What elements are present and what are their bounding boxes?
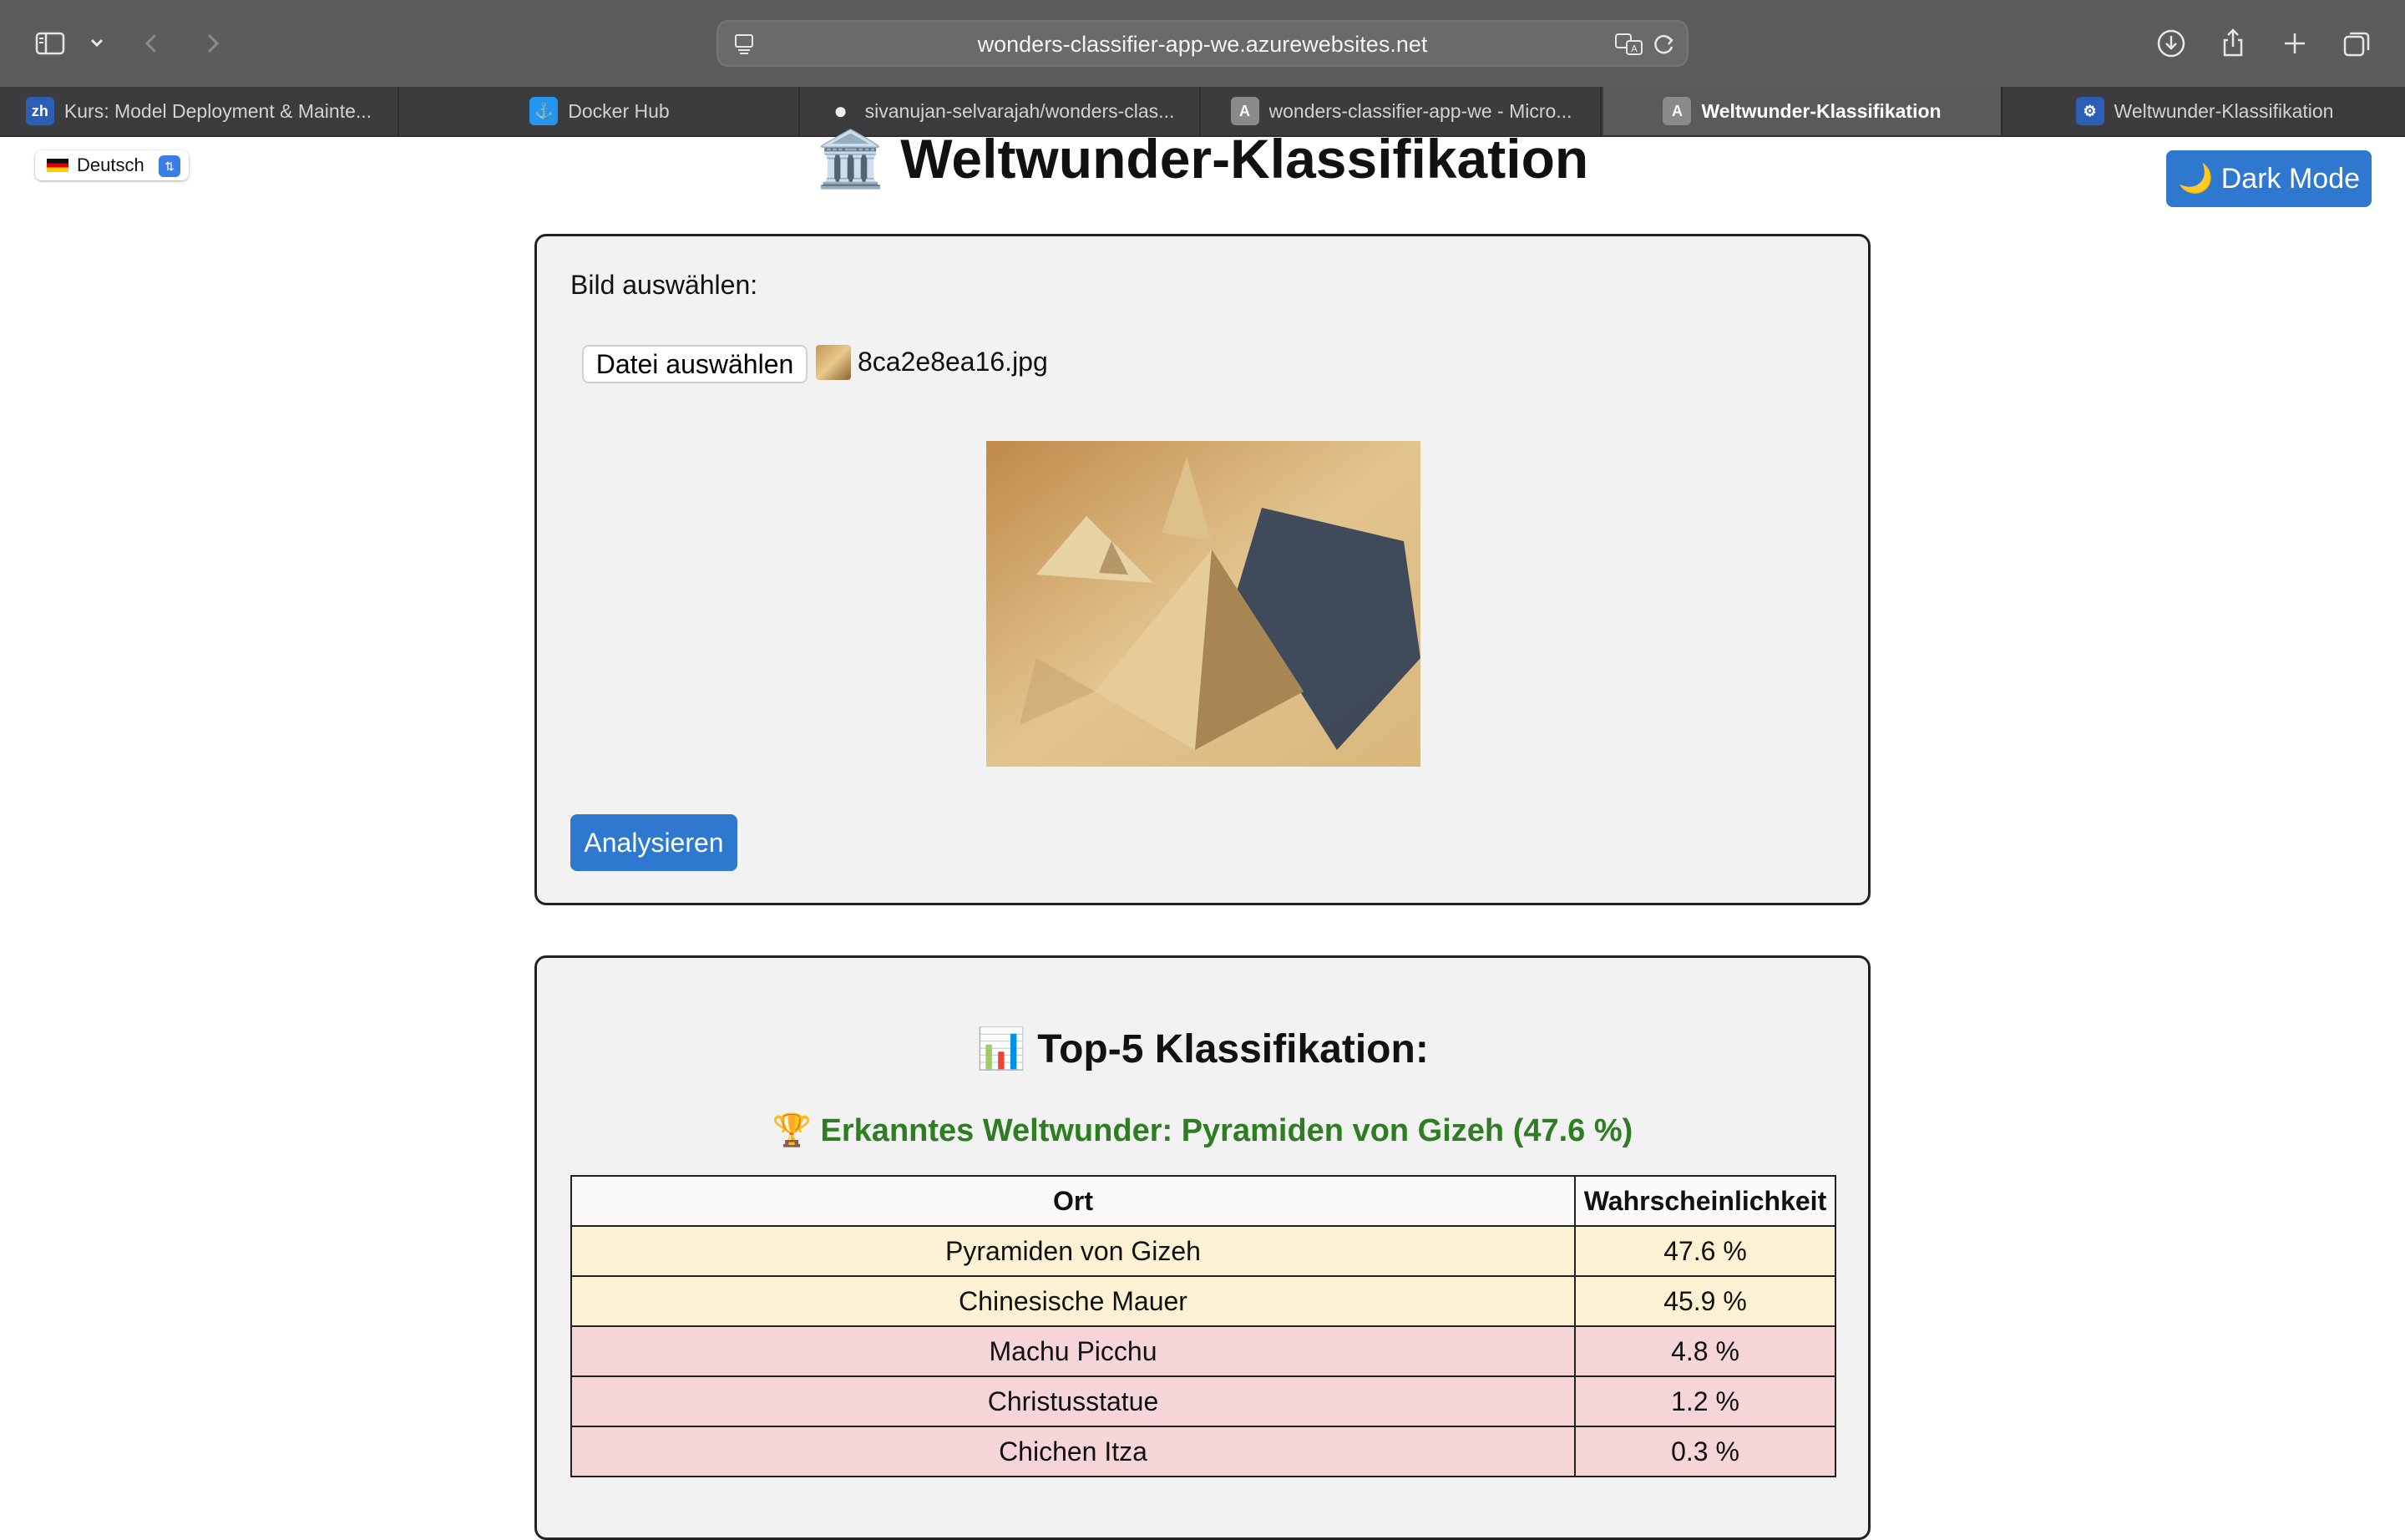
azure-app-icon: ⚙ [2075,97,2104,125]
table-row: Chinesische Mauer 45.9 % [570,1275,1836,1327]
tab-label: Weltwunder-Klassifikation [2114,99,2334,122]
column-header-probability: Wahrscheinlichkeit [1574,1175,1836,1227]
forward-icon[interactable] [194,25,230,62]
reload-icon[interactable] [1650,30,1678,58]
svg-text:A: A [1631,43,1638,54]
probability-cell: 45.9 % [1574,1275,1836,1327]
table-row: Chichen Itza 0.3 % [570,1426,1836,1477]
place-cell: Chinesische Mauer [570,1275,1576,1327]
tab-label: Weltwunder-Klassifikation [1701,99,1942,122]
app-letter-icon: A [1230,97,1259,125]
page-title: 🏛️ Weltwunder-Klassifikation [816,128,1589,190]
probability-cell: 1.2 % [1574,1375,1836,1427]
tab-label: sivanujan-selvarajah/wonders-clas... [864,99,1175,122]
docker-icon: ⚓ [529,97,559,125]
file-name: 8ca2e8ea16.jpg [858,347,1048,377]
probability-cell: 0.3 % [1574,1426,1836,1477]
zhaw-icon: zh [25,97,54,125]
file-select-button[interactable]: Datei auswählen [582,345,808,383]
sidebar-toggle-icon[interactable] [32,25,68,62]
table-row: Machu Picchu 4.8 % [570,1325,1836,1377]
place-cell: Pyramiden von Gizeh [570,1225,1576,1277]
file-thumbnail [816,345,851,380]
place-cell: Machu Picchu [570,1325,1576,1377]
column-header-place: Ort [570,1175,1576,1227]
tab-label: Kurs: Model Deployment & Mainte... [63,99,372,122]
share-icon[interactable] [2215,25,2251,62]
address-bar[interactable]: wonders-classifier-app-we.azurewebsites.… [716,20,1689,67]
tab-label: wonders-classifier-app-we - Micro... [1268,99,1572,122]
tab-overview-icon[interactable] [2338,25,2375,62]
tab-label: Docker Hub [568,99,670,122]
download-icon[interactable] [2153,25,2190,62]
github-icon: ● [826,97,855,125]
analyze-button[interactable]: Analysieren [570,814,737,871]
browser-toolbar: wonders-classifier-app-we.azurewebsites.… [0,0,2405,87]
app-letter-icon: A [1663,97,1692,125]
upload-label: Bild auswählen: [570,270,758,300]
place-cell: Christusstatue [570,1375,1576,1427]
table-row: Pyramiden von Gizeh 47.6 % [570,1225,1836,1277]
chevron-down-icon[interactable] [78,25,115,62]
upload-card: Bild auswählen: Datei auswählen 8ca2e8ea… [534,234,1871,905]
table-header-row: Ort Wahrscheinlichkeit [570,1175,1836,1227]
probability-cell: 47.6 % [1574,1225,1836,1277]
image-preview [986,441,1420,767]
probability-cell: 4.8 % [1574,1325,1836,1377]
results-card: 📊 Top-5 Klassifikation: 🏆 Erkanntes Welt… [534,955,1871,1540]
results-title: 📊 Top-5 Klassifikation: [976,1027,1429,1071]
table-row: Christusstatue 1.2 % [570,1375,1836,1427]
back-icon[interactable] [134,25,170,62]
place-cell: Chichen Itza [570,1426,1576,1477]
recognized-wonder: 🏆 Erkanntes Weltwunder: Pyramiden von Gi… [772,1113,1633,1148]
translate-icon[interactable]: A [1613,30,1645,58]
url-text[interactable]: wonders-classifier-app-we.azurewebsites.… [718,32,1687,58]
new-tab-icon[interactable] [2276,25,2313,62]
dark-mode-button[interactable]: 🌙 Dark Mode [2166,150,2372,207]
results-table: Ort Wahrscheinlichkeit Pyramiden von Giz… [570,1175,1836,1477]
